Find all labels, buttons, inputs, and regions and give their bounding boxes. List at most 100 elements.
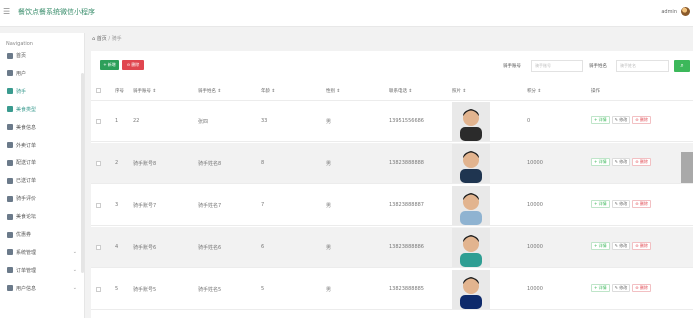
col-phone[interactable]: 联系电话 ⇕ bbox=[389, 88, 412, 94]
detail-button-label[interactable]: 详情 bbox=[599, 117, 607, 122]
sidebar-item-label: 美食论坛 bbox=[16, 214, 37, 221]
top-bar: ☰ 餐饮点餐系统微信小程序 admin bbox=[0, 0, 693, 27]
detail-button[interactable]: + 详情 bbox=[591, 284, 610, 292]
delete-button[interactable]: ⊖ 删除 bbox=[632, 158, 651, 166]
detail-button[interactable]: + 详情 bbox=[591, 116, 610, 124]
chevron-down-icon: ⌄ bbox=[72, 249, 77, 256]
list-icon bbox=[7, 106, 13, 113]
edit-button-label[interactable]: 修改 bbox=[619, 159, 627, 164]
add-button[interactable]: + 新增 bbox=[100, 60, 119, 70]
edit-button[interactable]: ✎ 修改 bbox=[611, 242, 631, 250]
sidebar-item[interactable]: 美食论坛 bbox=[0, 208, 85, 225]
select-all-checkbox[interactable] bbox=[96, 88, 101, 93]
table-row: 5 骑手账号5 骑手姓名5 5 男 13823888885 10000 + 详情 ✎ 修改 ⊖ 删… bbox=[91, 269, 693, 310]
detail-button-label[interactable]: 详情 bbox=[599, 243, 607, 248]
detail-button-label[interactable]: 详情 bbox=[599, 159, 607, 164]
col-index: 序号 bbox=[115, 89, 124, 94]
rider-photo[interactable] bbox=[452, 144, 490, 183]
sidebar-scrollbar[interactable] bbox=[81, 73, 84, 273]
sidebar: Navigation 首页 用户 骑手 美食类型 美食信息 外卖订单 配送订单 已送订单 骑手评… bbox=[0, 33, 85, 318]
sidebar-item[interactable]: 已送订单 bbox=[0, 172, 85, 189]
content-scrollbar[interactable] bbox=[681, 152, 693, 183]
sidebar-item[interactable]: 优惠券 bbox=[0, 226, 85, 243]
row-checkbox[interactable] bbox=[96, 161, 101, 166]
sidebar-item[interactable]: 骑手 bbox=[0, 83, 85, 100]
edit-button[interactable]: ✎ 修改 bbox=[611, 158, 631, 166]
col-age[interactable]: 年龄 ⇕ bbox=[261, 88, 275, 94]
search-icon: ⌕ bbox=[680, 62, 684, 69]
delete-button[interactable]: ⊖ 删除 bbox=[632, 284, 651, 292]
sidebar-item[interactable]: 用户信息 ⌄ bbox=[0, 280, 85, 297]
delete-button-label[interactable]: 删除 bbox=[640, 117, 648, 122]
col-gender[interactable]: 性别 ⇕ bbox=[326, 88, 340, 94]
sidebar-item[interactable]: 首页 bbox=[0, 47, 85, 64]
sidebar-item[interactable]: 配送订单 bbox=[0, 154, 85, 171]
avatar[interactable] bbox=[681, 7, 690, 16]
cell-phone: 13823888887 bbox=[389, 202, 424, 208]
edit-button[interactable]: ✎ 修改 bbox=[611, 116, 631, 124]
sidebar-item[interactable]: 用户 bbox=[0, 65, 85, 82]
rider-name-label: 骑手姓名 bbox=[589, 64, 607, 69]
rider-photo[interactable] bbox=[452, 186, 490, 225]
detail-button-label[interactable]: 详情 bbox=[599, 285, 607, 290]
col-photo[interactable]: 照片 ⇕ bbox=[452, 88, 466, 94]
detail-button[interactable]: + 详情 bbox=[591, 158, 610, 166]
search-button[interactable]: ⌕ bbox=[674, 60, 690, 72]
breadcrumb: ⌂ 首页 / 骑手 bbox=[92, 35, 122, 42]
sidebar-item[interactable]: 骑手评价 bbox=[0, 190, 85, 207]
sidebar-item[interactable]: 外卖订单 bbox=[0, 137, 85, 154]
sidebar-item[interactable]: 美食类型 bbox=[0, 101, 85, 118]
row-checkbox[interactable] bbox=[96, 203, 101, 208]
row-checkbox[interactable] bbox=[96, 245, 101, 250]
delete-button-label[interactable]: 删除 bbox=[640, 285, 648, 290]
edit-button-label[interactable]: 修改 bbox=[619, 117, 627, 122]
breadcrumb-home-label[interactable]: 首页 bbox=[97, 36, 107, 42]
breadcrumb-home[interactable]: ⌂ 首页 bbox=[92, 36, 107, 42]
rider-name-input[interactable]: 骑手姓名 bbox=[616, 60, 669, 72]
delete-button[interactable]: ⊖ 删除 bbox=[632, 242, 651, 250]
menu-toggle-icon[interactable]: ☰ bbox=[3, 8, 11, 16]
rider-photo[interactable] bbox=[452, 228, 490, 267]
sidebar-item[interactable]: 系统管理 ⌄ bbox=[0, 244, 85, 261]
home-icon bbox=[7, 52, 13, 59]
user-name[interactable]: admin bbox=[661, 9, 677, 15]
edit-button-label[interactable]: 修改 bbox=[619, 285, 627, 290]
sidebar-item-label: 用户信息 bbox=[16, 285, 37, 292]
rider-photo[interactable] bbox=[452, 270, 490, 309]
sidebar-item[interactable]: 美食信息 bbox=[0, 119, 85, 136]
sidebar-item[interactable]: 订单管理 ⌄ bbox=[0, 262, 85, 279]
edit-button-label[interactable]: 修改 bbox=[619, 201, 627, 206]
rider-photo[interactable] bbox=[452, 102, 490, 141]
delete-button-label[interactable]: 删除 bbox=[640, 201, 648, 206]
col-name[interactable]: 骑手姓名 ⇕ bbox=[198, 88, 221, 94]
rider-account-label: 骑手账号 bbox=[503, 64, 521, 69]
grid-icon bbox=[7, 177, 13, 184]
row-checkbox[interactable] bbox=[96, 119, 101, 124]
col-account[interactable]: 骑手账号 ⇕ bbox=[133, 88, 156, 94]
detail-button[interactable]: + 详情 bbox=[591, 242, 610, 250]
edit-button-label[interactable]: 修改 bbox=[619, 243, 627, 248]
grid-icon bbox=[7, 249, 13, 256]
cell-age: 5 bbox=[261, 286, 265, 292]
sidebar-item-label: 用户 bbox=[16, 70, 27, 77]
grid-icon bbox=[7, 159, 13, 166]
edit-button[interactable]: ✎ 修改 bbox=[611, 284, 631, 292]
edit-button[interactable]: ✎ 修改 bbox=[611, 200, 631, 208]
detail-button[interactable]: + 详情 bbox=[591, 200, 610, 208]
delete-button[interactable]: ⊖ 删除 bbox=[632, 200, 651, 208]
list-icon bbox=[7, 88, 13, 95]
cell-account: 骑手账号8 bbox=[133, 161, 157, 167]
row-checkbox[interactable] bbox=[96, 287, 101, 292]
detail-button-label[interactable]: 详情 bbox=[599, 201, 607, 206]
delete-button-label[interactable]: 删除 bbox=[640, 159, 648, 164]
delete-button[interactable]: ⊖ 删除 bbox=[632, 116, 651, 124]
rider-account-input[interactable]: 骑手账号 bbox=[531, 60, 583, 72]
delete-button[interactable]: ⊖ 删除 bbox=[122, 60, 144, 70]
table-row: 3 骑手账号7 骑手姓名7 7 男 13823888887 10000 + 详情 ✎ 修改 ⊖ 删… bbox=[91, 185, 693, 226]
delete-button-label[interactable]: 删除 bbox=[640, 243, 648, 248]
cell-name: 骑手姓名5 bbox=[198, 287, 222, 293]
delete-button-label[interactable]: 删除 bbox=[131, 62, 139, 67]
chat-icon bbox=[7, 213, 13, 220]
cell-idx: 2 bbox=[115, 160, 119, 166]
col-points[interactable]: 积分 ⇕ bbox=[527, 88, 541, 94]
